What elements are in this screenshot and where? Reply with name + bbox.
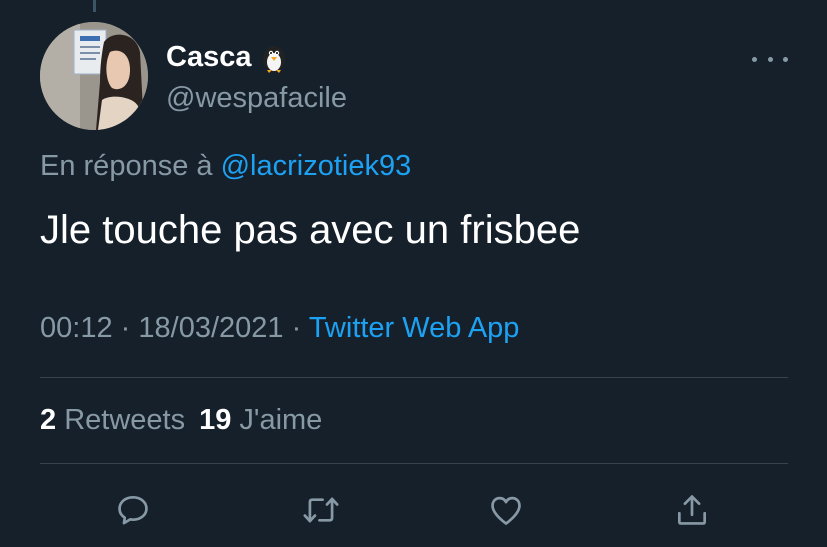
meta-separator: ·	[291, 312, 302, 344]
action-bar	[0, 488, 827, 532]
divider	[40, 463, 788, 464]
tweet-meta: 00:12 · 18/03/2021 · Twitter Web App	[40, 312, 519, 345]
meta-separator: ·	[120, 312, 131, 344]
tweet-date[interactable]: 18/03/2021	[138, 312, 283, 344]
tweet-text: Jle touche pas avec un frisbee	[40, 208, 581, 252]
likes-stat[interactable]: 19 J'aime	[199, 404, 322, 436]
penguin-emoji-icon	[257, 40, 291, 74]
tweet-stats: 2 Retweets 19 J'aime	[40, 404, 322, 437]
avatar[interactable]	[40, 22, 148, 130]
tweet-time[interactable]: 00:12	[40, 312, 113, 344]
divider	[40, 377, 788, 378]
thread-connector-line	[93, 0, 96, 12]
likes-label: J'aime	[239, 404, 323, 436]
share-icon[interactable]	[670, 488, 714, 532]
reply-context: En réponse à @lacrizotiek93	[40, 150, 411, 183]
reply-mention-link[interactable]: @lacrizotiek93	[221, 150, 412, 182]
reply-prefix: En réponse à	[40, 150, 213, 182]
more-dot	[767, 56, 773, 62]
likes-count: 19	[199, 404, 232, 436]
author-display-name[interactable]: Casca	[166, 40, 291, 74]
retweets-label: Retweets	[64, 404, 186, 436]
retweets-count: 2	[40, 404, 57, 436]
like-icon[interactable]	[484, 488, 528, 532]
author-name-text: Casca	[166, 40, 252, 73]
retweet-icon[interactable]	[299, 488, 343, 532]
tweet-detail: Casca @wespafacile En réponse à @lacrizo…	[0, 0, 827, 547]
more-dot	[783, 56, 788, 62]
more-options-icon[interactable]	[752, 50, 788, 68]
more-dot	[752, 56, 757, 62]
retweets-stat[interactable]: 2 Retweets	[40, 404, 185, 436]
reply-icon[interactable]	[111, 488, 155, 532]
author-handle[interactable]: @wespafacile	[166, 82, 347, 115]
tweet-source-link[interactable]: Twitter Web App	[309, 312, 520, 344]
